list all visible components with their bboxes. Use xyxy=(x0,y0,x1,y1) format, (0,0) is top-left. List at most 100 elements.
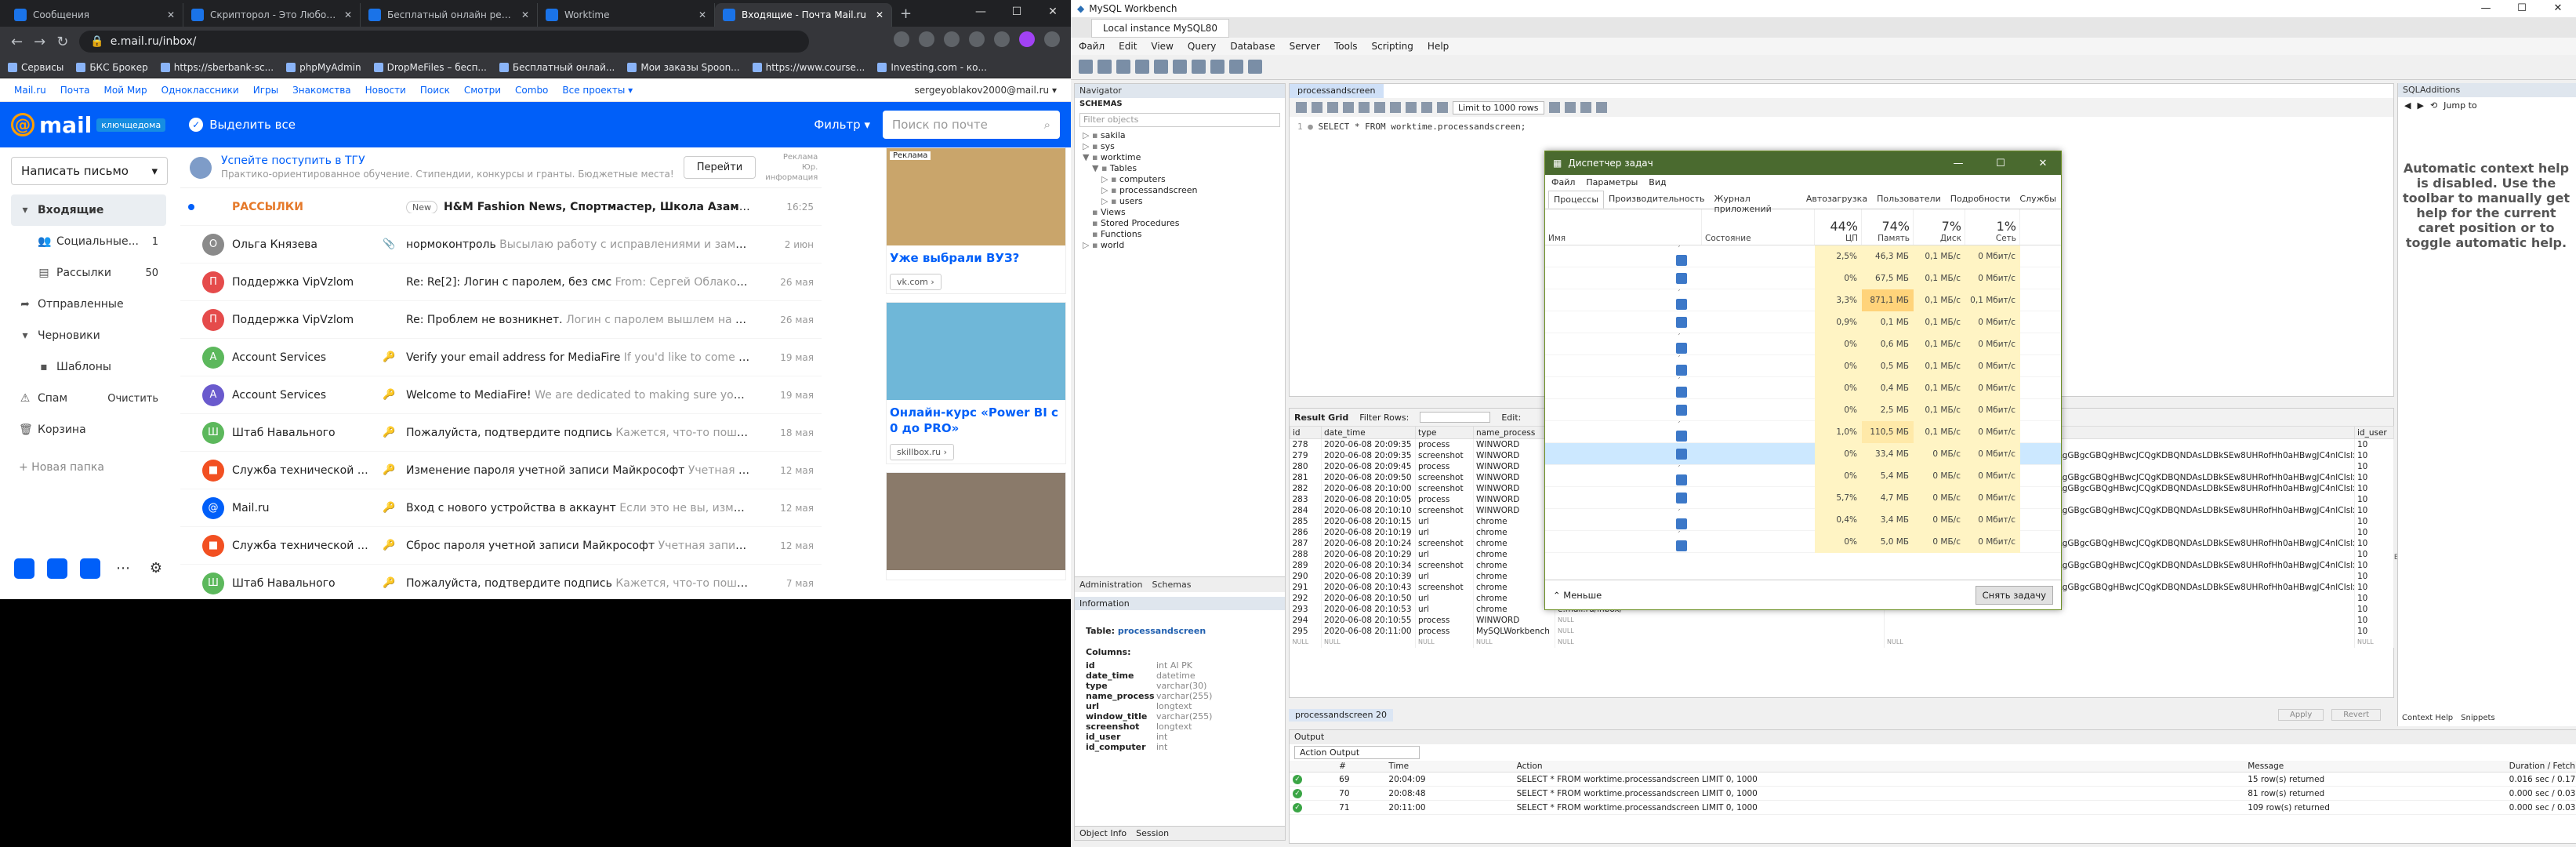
grid-cell[interactable]: chrome xyxy=(1473,515,1555,527)
open-sql-icon[interactable] xyxy=(1098,60,1112,74)
ad-card[interactable] xyxy=(886,472,1066,580)
info-tab[interactable]: Session xyxy=(1136,828,1169,838)
grid-cell[interactable]: url xyxy=(1415,592,1474,604)
tree-node[interactable]: ▷ world xyxy=(1083,240,1285,251)
grid-cell[interactable]: chrome xyxy=(1473,592,1555,604)
unread-dot[interactable] xyxy=(188,279,194,285)
fewer-details-button[interactable]: Меньше xyxy=(1553,590,1602,601)
expand-icon[interactable]: ▷ xyxy=(1101,174,1111,184)
filter-rows-input[interactable] xyxy=(1420,412,1491,423)
grid-cell[interactable]: MySQLWorkbench xyxy=(1473,625,1555,637)
message-row[interactable]: A Account Services 🔑 Welcome to MediaFire! … xyxy=(180,376,822,414)
create-table-icon[interactable] xyxy=(1154,60,1168,74)
grid-cell[interactable]: WINWORD xyxy=(1473,504,1555,516)
menu-item[interactable]: View xyxy=(1151,41,1173,52)
grid-cell[interactable]: NULL xyxy=(1473,636,1555,648)
grid-cell[interactable]: process xyxy=(1415,625,1474,637)
bookmark-item[interactable]: Investing.com - ко... xyxy=(877,62,987,73)
navigator-tab[interactable]: Schemas xyxy=(1152,580,1192,590)
process-row[interactable]: ›Узел службы: Служба загрузки...0%0,6 МБ… xyxy=(1545,333,2061,355)
maximize-button[interactable]: ☐ xyxy=(999,0,1035,27)
grid-cell[interactable]: chrome xyxy=(1473,526,1555,538)
tree-node[interactable]: ▷ computers xyxy=(1083,174,1285,185)
close-tab-icon[interactable]: ✕ xyxy=(167,9,175,20)
grid-cell[interactable]: 284 xyxy=(1290,504,1322,516)
process-row[interactable]: ›Служба узла: Журнал событи...0%5,0 МБ0 … xyxy=(1545,530,2061,553)
grid-cell[interactable]: 2020-06-08 20:10:24 xyxy=(1321,537,1416,549)
grid-cell[interactable]: WINWORD xyxy=(1473,493,1555,505)
auto-help-icon[interactable]: ⟲ xyxy=(2430,100,2437,111)
portal-link[interactable]: Поиск xyxy=(420,85,450,96)
expand-icon[interactable]: › xyxy=(1678,421,1685,426)
ad-title[interactable]: Уже выбрали ВУЗ? xyxy=(887,245,1065,271)
tree-node[interactable]: ▷ sys xyxy=(1083,141,1285,152)
grid-cell[interactable]: 10 xyxy=(2354,515,2394,527)
tree-node[interactable]: Stored Procedures xyxy=(1083,218,1285,229)
grid-cell[interactable]: 10 xyxy=(2354,438,2394,450)
expand-icon[interactable]: ▷ xyxy=(1083,240,1092,250)
back-icon[interactable]: ← xyxy=(11,34,23,50)
grid-cell[interactable]: 289 xyxy=(1290,559,1322,571)
extension-icon[interactable] xyxy=(994,31,1010,47)
grid-cell[interactable]: 283 xyxy=(1290,493,1322,505)
connection-tab[interactable]: Local instance MySQL80 xyxy=(1091,19,1230,38)
grid-cell[interactable]: chrome xyxy=(1473,581,1555,593)
ad-card[interactable]: Реклама Уже выбрали ВУЗ? vk.com › xyxy=(886,147,1066,294)
apply-button[interactable]: Apply xyxy=(2278,709,2324,721)
ad-image[interactable] xyxy=(887,473,1065,570)
process-row[interactable]: ›MySQL Workbench1,0%110,5 МБ0,1 МБ/с0 Мб… xyxy=(1545,420,2061,443)
grid-cell[interactable] xyxy=(1884,625,2355,637)
bookmark-item[interactable]: БКС Брокер xyxy=(76,62,147,73)
grid-cell[interactable]: 2020-06-08 20:10:19 xyxy=(1321,526,1416,538)
expand-icon[interactable]: › xyxy=(1678,333,1685,338)
create-view-icon[interactable] xyxy=(1173,60,1187,74)
grid-cell[interactable]: WINWORD xyxy=(1473,438,1555,450)
grid-cell[interactable]: 10 xyxy=(2354,559,2394,571)
save-icon[interactable] xyxy=(1312,102,1322,113)
grid-cell[interactable]: 10 xyxy=(2354,460,2394,472)
grid-cell[interactable]: screenshot xyxy=(1415,537,1474,549)
message-row[interactable]: Ш Штаб Навального 🔑 Пожалуйста, подтвердите… xyxy=(180,414,822,452)
portal-link[interactable]: Все проекты ▾ xyxy=(562,85,633,96)
settings-icon[interactable]: ⚙ xyxy=(146,558,166,579)
ad-card[interactable]: Онлайн-курс «Power BI с 0 до PRO» skillbo… xyxy=(886,302,1066,464)
address-bar[interactable]: 🔒 e.mail.ru/inbox/ xyxy=(79,31,809,53)
message-row[interactable]: П Поддержка VipVzlom Re: Re[2]: Логин с па… xyxy=(180,264,822,301)
forward-icon[interactable]: → xyxy=(34,34,45,50)
grid-row[interactable]: NULL NULL NULL NULL NULL NULL NULL xyxy=(1290,636,2394,648)
process-row[interactable]: ›SQL Server Windows NT - 64 Bit2,5%46,3 … xyxy=(1545,245,2061,267)
compose-button[interactable]: Написать письмо ▾ xyxy=(11,157,168,185)
message-row[interactable]: П Поддержка VipVzlom Re: Проблем не возник… xyxy=(180,301,822,339)
process-row[interactable]: Хост-процесс для задач Windo...0%2,5 МБ0… xyxy=(1545,398,2061,421)
calendar-app-icon[interactable] xyxy=(14,558,34,579)
commit-icon[interactable] xyxy=(1406,102,1417,113)
grid-cell[interactable]: 10 xyxy=(2354,526,2394,538)
chevron-down-icon[interactable]: ▾ xyxy=(151,164,158,178)
folder-item[interactable]: 👥 Социальные... 1 xyxy=(11,226,166,257)
maximize-button[interactable]: ☐ xyxy=(2504,0,2540,17)
bookmark-item[interactable]: DropMeFiles – бесп... xyxy=(374,62,487,73)
message-row[interactable]: Ш Штаб Навального 🔑 Пожалуйста, подтвердите… xyxy=(180,565,822,599)
grid-cell[interactable]: 285 xyxy=(1290,515,1322,527)
grid-cell[interactable]: 10 xyxy=(2354,537,2394,549)
grid-cell[interactable]: WINWORD xyxy=(1473,449,1555,461)
col-status[interactable]: Состояние xyxy=(1702,209,1815,245)
promo-button[interactable]: Перейти xyxy=(683,156,756,179)
grid-cell[interactable]: NULL xyxy=(1321,636,1416,648)
open-file-icon[interactable] xyxy=(1296,102,1307,113)
grid-cell[interactable]: 2020-06-08 20:11:00 xyxy=(1321,625,1416,637)
sql-text[interactable]: 1 ● SELECT * FROM worktime.processandscr… xyxy=(1290,117,2393,136)
tm-tab[interactable]: Процессы xyxy=(1548,191,1605,209)
grid-cell[interactable]: 278 xyxy=(1290,438,1322,450)
portal-link[interactable]: Почта xyxy=(60,85,90,96)
message-row[interactable]: ■ Служба технической п... 🔑 Сброс пароля уч… xyxy=(180,527,822,565)
tree-node[interactable]: Views xyxy=(1083,207,1285,218)
bookmark-item[interactable]: https://sberbank-sc... xyxy=(161,62,274,73)
filter-button[interactable]: Фильтр ▾ xyxy=(814,118,870,132)
grid-cell[interactable]: 293 xyxy=(1290,603,1322,615)
grid-cell[interactable]: 2020-06-08 20:09:35 xyxy=(1321,449,1416,461)
folder-item[interactable]: ▾ Входящие xyxy=(11,194,166,226)
grid-cell[interactable]: 287 xyxy=(1290,537,1322,549)
legal-info-link[interactable]: Юр. информация xyxy=(765,162,818,183)
process-row[interactable]: mysqld.exe0%67,5 МБ0,1 МБ/с0 Мбит/с xyxy=(1545,267,2061,289)
